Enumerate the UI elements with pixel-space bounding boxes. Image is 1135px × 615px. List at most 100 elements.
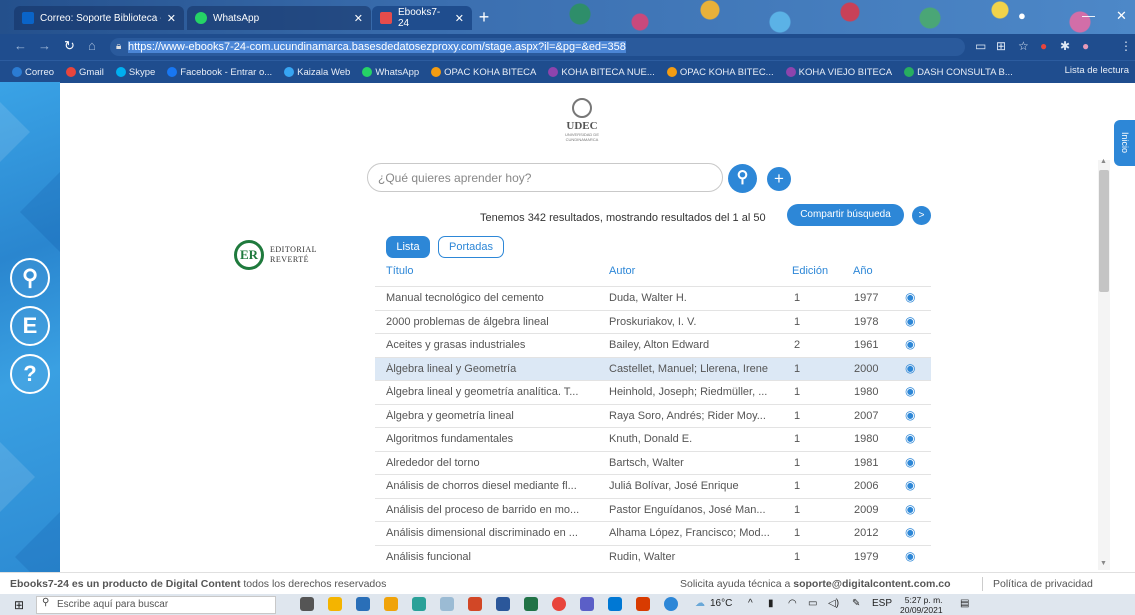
table-row[interactable]: Análisis dimensional discriminado en ...… (375, 521, 931, 545)
eye-icon[interactable]: ◉ (905, 314, 915, 328)
excel-icon[interactable] (524, 597, 538, 611)
eye-icon[interactable]: ◉ (905, 337, 915, 351)
search-icon[interactable]: ⚲ (10, 258, 50, 298)
eye-icon[interactable]: ◉ (905, 361, 915, 375)
minimize-icon[interactable]: — (1082, 8, 1095, 23)
bookmark-opac-koha-2[interactable]: OPAC KOHA BITEC... (666, 67, 774, 78)
table-row[interactable]: Análisis funcional Rudin, Walter 1 1979 ◉ (375, 544, 931, 569)
eye-icon[interactable]: ◉ (905, 384, 915, 398)
eye-icon[interactable]: ◉ (905, 290, 915, 304)
book-title[interactable]: Análisis dimensional discriminado en ... (386, 527, 602, 539)
table-row[interactable]: Alrededor del torno Bartsch, Walter 1 1981 ◉ (375, 450, 931, 475)
book-title[interactable]: Aceites y grasas industriales (386, 339, 602, 351)
column-header-title[interactable]: Título (386, 265, 414, 277)
scroll-down-icon[interactable]: ▼ (1100, 560, 1107, 567)
avatar[interactable]: ● (1082, 39, 1089, 53)
chrome-icon[interactable] (552, 597, 566, 611)
tab-list-view[interactable]: Lista (386, 236, 430, 258)
volume-icon[interactable]: ◁) (828, 598, 839, 609)
meet-icon[interactable] (608, 597, 622, 611)
book-title[interactable]: Álgebra lineal y geometría analítica. T.… (386, 386, 602, 398)
app-icon[interactable] (412, 597, 426, 611)
bookmark-dash[interactable]: DASH CONSULTA B... (904, 67, 1013, 78)
close-icon[interactable]: ✕ (354, 12, 363, 25)
table-row[interactable]: Álgebra lineal y Geometría Castellet, Man… (375, 356, 931, 380)
temperature[interactable]: 16°C (710, 598, 732, 609)
bookmark-kaizala[interactable]: Kaizala Web (284, 67, 350, 78)
book-title[interactable]: Alrededor del torno (386, 457, 602, 469)
table-row[interactable]: 2000 problemas de álgebra lineal Proskuri… (375, 309, 931, 334)
taskbar-search-input[interactable]: Escribe aquí para buscar (36, 596, 276, 614)
eye-icon[interactable]: ◉ (905, 502, 915, 516)
privacy-link[interactable]: Política de privacidad (993, 578, 1093, 590)
battery-icon[interactable]: ▮ (768, 598, 774, 609)
profile-icon[interactable]: ● (1018, 8, 1026, 23)
powerpoint-icon[interactable] (468, 597, 482, 611)
clock[interactable]: 5:27 p. m. 20/09/2021 (900, 595, 943, 615)
book-title[interactable]: Algoritmos fundamentales (386, 433, 602, 445)
scrollbar-thumb[interactable] (1099, 170, 1109, 292)
table-row[interactable]: Álgebra y geometría lineal Raya Soro, And… (375, 403, 931, 428)
book-title[interactable]: Álgebra lineal y Geometría (386, 363, 602, 375)
star-icon[interactable]: ☆ (1018, 39, 1029, 53)
inicio-button[interactable]: Inicio (1114, 120, 1135, 166)
book-title[interactable]: Álgebra y geometría lineal (386, 410, 602, 422)
new-tab-button[interactable]: + (474, 8, 494, 28)
file-explorer-icon[interactable] (328, 597, 342, 611)
table-row[interactable]: Análisis del proceso de barrido en mo...… (375, 497, 931, 522)
table-row[interactable]: Manual tecnológico del cemento Duda, Walt… (375, 286, 931, 310)
book-title[interactable]: 2000 problemas de álgebra lineal (386, 316, 602, 328)
table-row[interactable]: Algoritmos fundamentales Knuth, Donald E.… (375, 427, 931, 451)
book-title[interactable]: Análisis funcional (386, 551, 602, 563)
address-bar[interactable]: https://www-ebooks7-24-com.ucundinamarca… (110, 38, 965, 56)
bookmark-correo[interactable]: Correo (12, 67, 54, 78)
menu-icon[interactable]: ⋮ (1120, 39, 1132, 53)
bookmark-whatsapp[interactable]: WhatsApp (362, 67, 419, 78)
task-view-icon[interactable] (300, 597, 314, 611)
column-header-author[interactable]: Autor (609, 265, 635, 277)
editorials-icon[interactable]: E (10, 306, 50, 346)
table-row[interactable]: Álgebra lineal y geometría analítica. T.… (375, 380, 931, 404)
search-input[interactable] (367, 163, 723, 192)
teams-icon[interactable] (580, 597, 594, 611)
bookmark-skype[interactable]: Skype (115, 67, 155, 78)
eye-icon[interactable]: ◉ (905, 431, 915, 445)
search-button[interactable]: ⚲ (728, 164, 757, 193)
weather-icon[interactable]: ☁ (695, 598, 705, 609)
bookmark-facebook[interactable]: Facebook - Entrar o... (167, 67, 272, 78)
reading-list[interactable]: Lista de lectura (1065, 65, 1129, 76)
share-search-button[interactable]: Compartir búsqueda (787, 204, 904, 226)
tab-covers-view[interactable]: Portadas (438, 236, 504, 258)
tab-whatsapp[interactable]: WhatsApp ✕ (187, 6, 371, 30)
close-window-icon[interactable]: ✕ (1116, 8, 1127, 24)
extension-icon[interactable]: ● (1040, 39, 1047, 53)
bookmark-gmail[interactable]: Gmail (66, 67, 104, 78)
wifi-icon[interactable]: ◠ (788, 598, 797, 609)
eye-icon[interactable]: ◉ (905, 525, 915, 539)
cast-icon[interactable]: ▭ (975, 39, 986, 53)
scroll-up-icon[interactable]: ▲ (1100, 158, 1107, 165)
eye-icon[interactable]: ◉ (905, 408, 915, 422)
close-icon[interactable]: ✕ (167, 12, 176, 25)
eye-icon[interactable]: ◉ (905, 549, 915, 563)
store-icon[interactable] (356, 597, 370, 611)
lock-icon[interactable]: 🔒︎ (116, 41, 121, 52)
column-header-year[interactable]: Año (853, 265, 873, 277)
book-title[interactable]: Análisis de chorros diesel mediante fl..… (386, 480, 602, 492)
advanced-search-button[interactable]: + (767, 167, 791, 191)
column-header-edition[interactable]: Edición (792, 265, 828, 277)
tab-correo[interactable]: Correo: Soporte Biblioteca - Outl ✕ (14, 6, 184, 30)
tab-ebooks[interactable]: Ebooks7-24 ✕ (372, 6, 472, 30)
language-indicator[interactable]: ESP (872, 598, 892, 609)
tray-chevron-icon[interactable]: ^ (748, 598, 753, 609)
notifications-icon[interactable]: ▤ (960, 598, 969, 609)
book-title[interactable]: Análisis del proceso de barrido en mo... (386, 504, 602, 516)
book-title[interactable]: Manual tecnológico del cemento (386, 292, 602, 304)
help-icon[interactable]: ? (10, 354, 50, 394)
support-email-link[interactable]: soporte@digitalcontent.com.co (793, 578, 950, 590)
reload-icon[interactable]: ↻ (64, 38, 75, 54)
next-page-button[interactable]: > (912, 206, 931, 225)
display-icon[interactable]: ▭ (808, 598, 817, 609)
help-app-icon[interactable] (664, 597, 678, 611)
close-icon[interactable]: ✕ (455, 12, 464, 25)
